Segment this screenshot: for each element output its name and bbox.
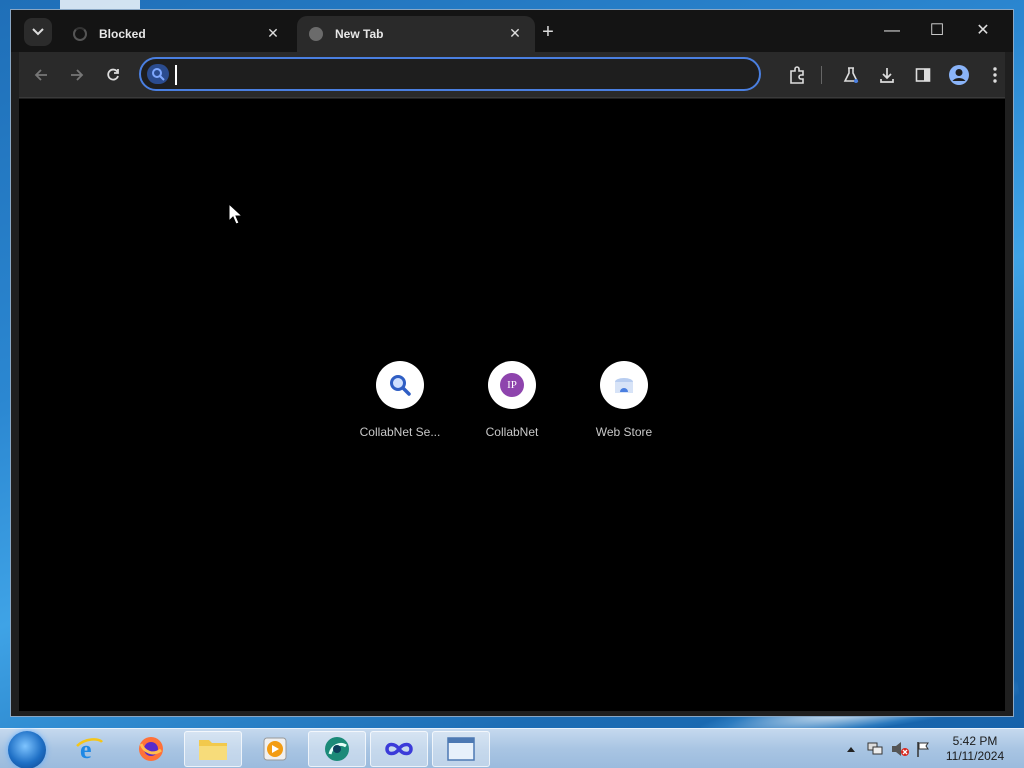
new-tab-button[interactable]: +	[537, 22, 559, 44]
address-input[interactable]	[175, 65, 735, 85]
search-icon	[390, 375, 411, 396]
reload-button[interactable]	[101, 63, 125, 87]
browser-app-icon	[325, 737, 349, 761]
search-icon	[147, 64, 169, 84]
browser-window: Blocked ✕ New Tab ✕ + — ☐ ✕ CollabNet Se…	[10, 9, 1014, 717]
new-tab-page: CollabNet Se... IP CollabNet Web Store	[19, 99, 1005, 711]
media-player-icon	[263, 737, 287, 761]
chevron-up-icon	[847, 747, 855, 752]
taskbar-infinity-app[interactable]	[370, 731, 428, 767]
arrow-right-icon	[71, 69, 84, 81]
kebab-menu-icon	[993, 67, 997, 83]
window-icon	[447, 737, 475, 761]
address-bar[interactable]	[139, 57, 761, 91]
firefox-icon	[139, 737, 163, 761]
shortcut-icon: IP	[488, 361, 536, 409]
profile-button[interactable]	[947, 63, 971, 87]
avatar-icon	[949, 65, 969, 85]
taskbar: e 5:42 PM 11/11/2024	[0, 728, 1024, 768]
tab-title: Blocked	[99, 27, 146, 41]
side-panel-icon	[915, 68, 931, 82]
puzzle-icon	[790, 66, 804, 84]
maximize-button[interactable]: ☐	[922, 18, 952, 44]
shortcut-collabnet[interactable]: IP CollabNet	[462, 361, 562, 439]
toolbar	[19, 52, 1005, 98]
minimize-button[interactable]: —	[877, 18, 907, 44]
web-store-icon	[615, 378, 633, 393]
taskbar-firefox[interactable]	[122, 731, 180, 767]
shortcut-icon	[600, 361, 648, 409]
shortcut-label: CollabNet Se...	[359, 425, 441, 439]
internet-explorer-icon: e	[76, 735, 103, 764]
mouse-cursor-icon	[228, 203, 242, 225]
tray-action-center[interactable]	[914, 739, 932, 759]
shortcut-collabnet-search[interactable]: CollabNet Se...	[350, 361, 450, 439]
close-window-button[interactable]: ✕	[968, 18, 998, 44]
taskbar-internet-explorer[interactable]: e	[60, 731, 118, 767]
toolbar-divider	[821, 66, 822, 84]
tab-search-button[interactable]	[24, 18, 52, 46]
taskbar-browser[interactable]	[308, 731, 366, 767]
taskbar-file-explorer[interactable]	[184, 731, 242, 767]
ip-badge-icon: IP	[500, 373, 524, 397]
network-icon	[867, 742, 883, 755]
shortcut-label: CollabNet	[485, 425, 539, 439]
flask-icon	[843, 67, 859, 83]
tab-title: New Tab	[335, 27, 384, 41]
shortcut-label: Web Store	[595, 425, 653, 439]
close-icon[interactable]: ✕	[265, 25, 281, 41]
tab-blocked[interactable]: Blocked ✕	[61, 16, 293, 52]
tab-strip: Blocked ✕ New Tab ✕ + — ☐ ✕	[11, 10, 1013, 52]
extensions-button[interactable]	[785, 63, 809, 87]
clock-time: 5:42 PM	[952, 734, 998, 748]
tray-volume[interactable]	[890, 739, 910, 759]
arrow-left-icon	[34, 69, 47, 81]
menu-button[interactable]	[983, 63, 1007, 87]
reload-icon	[107, 68, 119, 81]
chevron-down-icon	[32, 28, 44, 36]
shortcut-icon	[376, 361, 424, 409]
shortcut-web-store[interactable]: Web Store	[574, 361, 674, 439]
tab-new-tab[interactable]: New Tab ✕	[297, 16, 535, 52]
side-panel-button[interactable]	[911, 63, 935, 87]
tray-network[interactable]	[866, 739, 884, 759]
labs-button[interactable]	[839, 63, 863, 87]
download-icon	[880, 68, 894, 83]
start-button[interactable]	[8, 731, 46, 768]
infinity-icon	[385, 742, 413, 756]
taskbar-media-player[interactable]	[246, 731, 304, 767]
folder-icon	[199, 740, 227, 760]
show-hidden-icons-button[interactable]	[844, 739, 858, 759]
globe-icon	[309, 27, 323, 41]
flag-icon	[917, 742, 929, 757]
close-icon[interactable]: ✕	[507, 25, 523, 41]
back-button[interactable]	[29, 63, 53, 87]
clock[interactable]: 5:42 PM 11/11/2024	[938, 734, 1012, 764]
loading-icon	[73, 27, 87, 41]
downloads-button[interactable]	[875, 63, 899, 87]
volume-muted-icon	[892, 742, 909, 756]
clock-date: 11/11/2024	[945, 749, 1005, 763]
taskbar-window-app[interactable]	[432, 731, 490, 767]
forward-button[interactable]	[65, 63, 89, 87]
